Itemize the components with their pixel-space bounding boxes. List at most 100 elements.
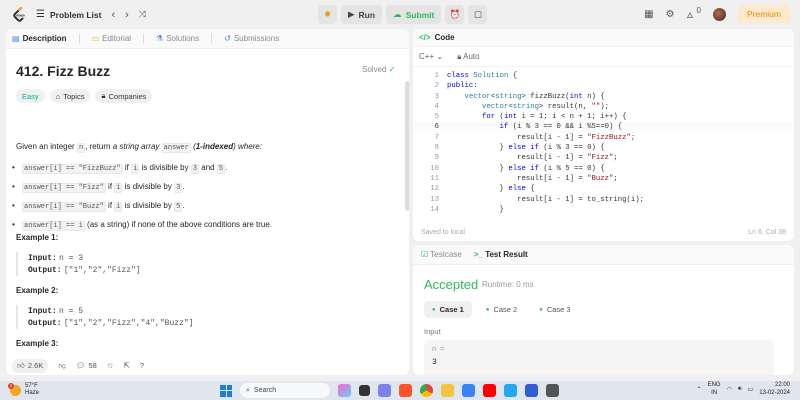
example-output-label: Output: <box>28 266 62 275</box>
like-button[interactable]: 👍︎ 2.6K <box>12 358 49 373</box>
vscode-app-icon[interactable] <box>504 384 517 397</box>
code-header-label: Code <box>434 33 455 42</box>
tab-test-result[interactable]: >_ Test Result <box>474 250 528 259</box>
code-line[interactable]: 12 } else { <box>413 184 794 194</box>
code-line[interactable]: 9 result[i - 1] = "Fizz"; <box>413 153 794 163</box>
pass-dot-icon: ● <box>539 306 543 313</box>
problem-list-button[interactable]: ☰ Problem List <box>36 9 101 20</box>
solved-status: Solved ✓ <box>362 65 395 74</box>
example-input: n = 5 <box>59 307 84 316</box>
code-text: vector<string> fizzBuzz(int n) { <box>464 92 605 101</box>
history-icon: ↺ <box>224 34 231 43</box>
description-scrollbar[interactable] <box>405 81 409 211</box>
code-line[interactable]: 8 } else if (i % 3 == 0) { <box>413 143 794 153</box>
code-line[interactable]: 6 if (i % 3 == 0 && i %5==0) { <box>413 122 794 133</box>
chevron-up-icon[interactable]: ⌃ <box>697 386 702 393</box>
language-value: C++ <box>419 52 435 61</box>
weather-widget[interactable]: 1 57°F Haze <box>8 382 39 397</box>
companies-badge[interactable]: 🔒︎ Companies <box>95 89 153 103</box>
camera-app-icon[interactable] <box>546 384 559 397</box>
solved-label: Solved <box>362 65 387 74</box>
battery-icon[interactable]: ▭ <box>748 386 754 393</box>
tab-editorial[interactable]: ▭ Editorial <box>92 34 131 43</box>
store-app-icon[interactable] <box>462 384 475 397</box>
topics-badge[interactable]: ⌂ Topics <box>49 89 91 103</box>
tab-solutions[interactable]: ⚗ Solutions <box>156 34 199 43</box>
document-icon: ▤ <box>12 34 20 43</box>
case-tab[interactable]: ● Case 2 <box>478 301 525 318</box>
case-tab[interactable]: ● Case 3 <box>531 301 578 318</box>
line-number: 9 <box>434 154 439 163</box>
code-text: result[i - 1] = "Buzz"; <box>447 174 618 183</box>
windows-start-icon[interactable] <box>220 384 232 397</box>
tab-divider <box>211 34 213 43</box>
next-problem-icon[interactable]: › <box>125 9 129 21</box>
case-label: Case 1 <box>439 305 464 314</box>
lock-icon: 🔒︎ <box>457 51 462 61</box>
case-tab[interactable]: ● Case 1 <box>424 301 472 318</box>
code-line[interactable]: 4 vector<string> result(n, ""); <box>413 102 794 112</box>
submit-button[interactable]: ☁ Submit <box>386 5 442 24</box>
youtube-app-icon[interactable] <box>483 384 496 397</box>
play-icon: ▶ <box>348 9 355 19</box>
shuffle-icon[interactable]: ⤨ <box>139 9 146 20</box>
code-line[interactable]: 10 } else if (i % 5 == 0) { <box>413 164 794 174</box>
weather-sun-icon: 1 <box>8 382 21 396</box>
taskbar-search[interactable]: ⌕ Search <box>240 383 330 398</box>
thumbs-down-icon[interactable]: 👎︎ <box>58 361 66 371</box>
code-line[interactable]: 5 for (int i = 1; i < n + 1; i++) { <box>413 112 794 122</box>
settings-gear-icon[interactable]: ⚙ <box>666 9 675 20</box>
language-select[interactable]: C++ ⌄ <box>419 52 443 61</box>
streak-counter[interactable]: 🜂 0 <box>687 6 701 23</box>
comments-button[interactable]: 💬︎ 58 <box>76 361 97 370</box>
premium-button[interactable]: Premium <box>737 5 790 23</box>
wifi-icon[interactable]: ◠ <box>727 386 732 393</box>
code-line[interactable]: 13 result[i - 1] = to_string(i); <box>413 195 794 205</box>
run-label: Run <box>358 9 376 20</box>
run-button[interactable]: ▶ Run <box>341 5 383 24</box>
file-explorer-icon[interactable] <box>441 384 454 397</box>
brave-app-icon[interactable] <box>399 384 412 397</box>
teams-app-icon[interactable] <box>378 384 391 397</box>
example-output: ["1","2","Fizz","4","Buzz"] <box>63 319 194 328</box>
code-line[interactable]: 2 public: <box>413 81 794 91</box>
chrome-app-icon[interactable] <box>420 384 433 397</box>
debug-button[interactable]: ✹ <box>318 5 337 24</box>
tab-testcase[interactable]: ☑ Testcase <box>421 250 462 259</box>
statement-text: , return <box>85 142 113 151</box>
code-line[interactable]: 7 result[i - 1] = "FizzBuzz"; <box>413 133 794 143</box>
code-line[interactable]: 11 result[i - 1] = "Buzz"; <box>413 174 794 184</box>
prev-problem-icon[interactable]: ‹ <box>111 9 115 21</box>
timer-button[interactable]: ⏰ <box>445 5 465 24</box>
user-avatar[interactable] <box>712 7 726 21</box>
line-number: 12 <box>430 185 439 194</box>
code-line[interactable]: 3 vector<string> fizzBuzz(int n) { <box>413 92 794 102</box>
layout-grid-icon[interactable]: ▦ <box>644 9 653 20</box>
pass-dot-icon: ● <box>432 306 436 313</box>
help-icon[interactable]: ? <box>140 361 144 370</box>
example-header: Example 2: <box>16 286 59 295</box>
list-text: and <box>199 163 217 172</box>
share-icon[interactable]: ⇱ <box>124 361 130 370</box>
list-item: answer[i] == "FizzBuzz" if i is divisibl… <box>12 162 227 175</box>
notes-button[interactable]: ▢ <box>468 5 488 24</box>
tab-submissions[interactable]: ↺ Submissions <box>224 34 279 43</box>
volume-icon[interactable]: 🔊︎ <box>738 386 742 393</box>
code-line[interactable]: 1 class Solution { <box>413 71 794 81</box>
office-app-icon[interactable] <box>525 384 538 397</box>
autocomplete-toggle[interactable]: 🔒︎ Auto <box>457 52 480 62</box>
line-number: 1 <box>434 72 439 80</box>
star-icon[interactable]: ☆ <box>107 361 114 370</box>
code-lines[interactable]: 1 class Solution {2 public: 3 vector<string… <box>413 71 794 215</box>
alarm-icon: ⏰ <box>449 9 461 19</box>
widgets-app-icon[interactable] <box>338 384 351 397</box>
temperature: 57°F <box>25 383 38 389</box>
task-view-icon[interactable] <box>359 385 370 396</box>
leetcode-logo-icon[interactable] <box>12 6 26 23</box>
line-number: 3 <box>434 92 439 101</box>
inline-code: n <box>76 143 86 153</box>
tab-description[interactable]: ▤ Description <box>12 34 67 43</box>
clock[interactable]: 22:00 13-02-2024 <box>759 382 790 397</box>
language-indicator[interactable]: ENG IN <box>708 382 721 397</box>
code-line[interactable]: 14 } <box>413 205 794 215</box>
